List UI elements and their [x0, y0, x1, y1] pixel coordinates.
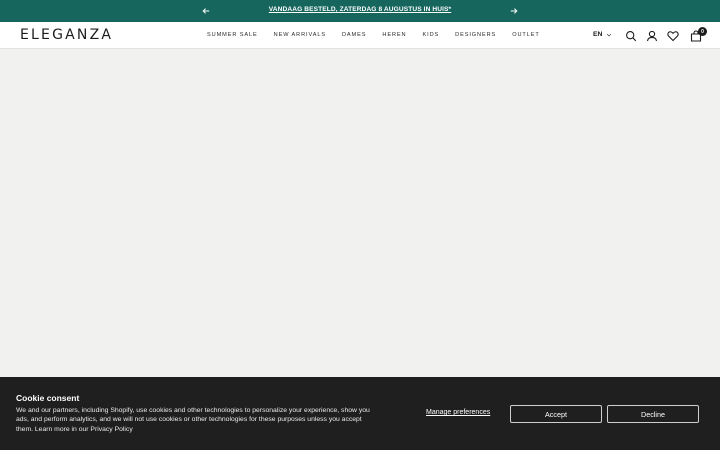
manage-preferences-link[interactable]: Manage preferences	[426, 409, 490, 416]
logo[interactable]: ELEGANZA	[20, 28, 113, 42]
heart-icon	[667, 31, 679, 42]
chevron-down-icon	[607, 33, 612, 36]
arrow-left-icon	[202, 8, 210, 14]
announcement-bar: VANDAAG BESTELD, ZATERDAG 8 AUGUSTUS IN …	[0, 0, 720, 22]
nav-item-dames[interactable]: DAMES	[342, 32, 366, 38]
nav-item-designers[interactable]: DESIGNERS	[455, 32, 496, 38]
nav-item-kids[interactable]: KIDS	[422, 32, 439, 38]
nav-item-new-arrivals[interactable]: NEW ARRIVALS	[274, 32, 326, 38]
cart-count-badge: 0	[698, 27, 707, 36]
cookie-consent-banner: Cookie consent We and our partners, incl…	[0, 377, 720, 450]
next-announcement-button[interactable]	[508, 5, 520, 17]
account-icon	[646, 30, 658, 42]
site-header: ELEGANZA SUMMER SALE NEW ARRIVALS DAMES …	[0, 22, 720, 49]
cookie-text: We and our partners, including Shopify, …	[16, 407, 370, 433]
decline-button[interactable]: Decline	[607, 405, 699, 423]
wishlist-button[interactable]	[667, 29, 679, 42]
search-icon	[626, 31, 637, 42]
nav-item-summer-sale[interactable]: SUMMER SALE	[207, 32, 258, 38]
announcement-message[interactable]: VANDAAG BESTELD, ZATERDAG 8 AUGUSTUS IN …	[240, 6, 480, 13]
main-navigation: SUMMER SALE NEW ARRIVALS DAMES HEREN KID…	[207, 32, 540, 38]
arrow-right-icon	[510, 8, 518, 14]
cookie-title: Cookie consent	[16, 393, 80, 403]
account-button[interactable]	[646, 29, 658, 42]
previous-announcement-button[interactable]	[200, 5, 212, 17]
nav-item-outlet[interactable]: OUTLET	[512, 32, 539, 38]
language-label: EN	[593, 31, 603, 38]
language-selector[interactable]: EN	[593, 31, 612, 38]
accept-button[interactable]: Accept	[510, 405, 602, 423]
search-button[interactable]	[625, 29, 637, 42]
nav-item-heren[interactable]: HEREN	[382, 32, 406, 38]
